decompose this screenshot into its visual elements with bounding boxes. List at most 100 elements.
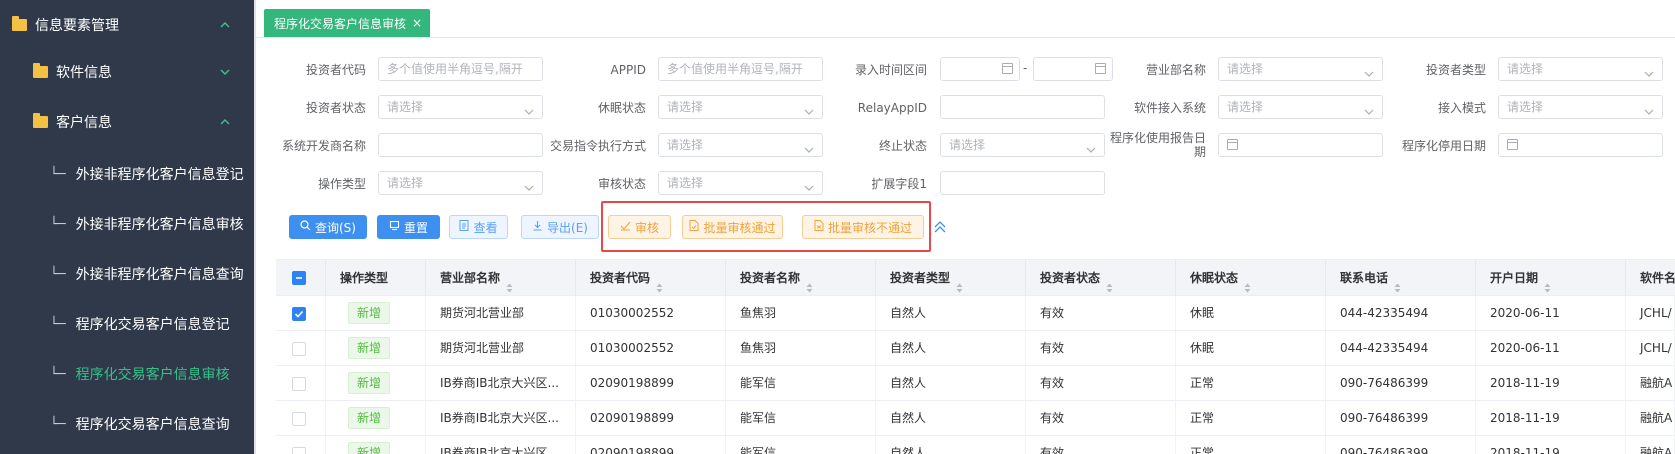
select-placeholder: 请选择 [667, 176, 704, 190]
chevron-up-icon [218, 18, 232, 32]
row-select-cell [276, 331, 326, 366]
select-all-checkbox[interactable] [292, 271, 306, 285]
sort-icon[interactable] [506, 272, 513, 292]
investor-type-label: 投资者类型 [1425, 63, 1486, 77]
branch-cell: 期货河北营业部 [426, 296, 576, 331]
open-date-cell: 2018-11-19 [1476, 366, 1626, 401]
investor-status-select[interactable]: 请选择 [378, 95, 543, 119]
close-icon[interactable]: × [412, 16, 422, 30]
relay-appid-input[interactable] [940, 95, 1105, 119]
sidebar-item-program-audit[interactable]: └─ 程序化交易客户信息审核 [0, 349, 254, 399]
sidebar-item-external-query[interactable]: └─ 外接非程序化客户信息查询 [0, 249, 254, 299]
phone-cell: 090-76486399 [1326, 436, 1476, 454]
branch-name-select[interactable]: 请选择 [1218, 57, 1383, 81]
phone-cell: 044-42335494 [1326, 296, 1476, 331]
investor-code-input[interactable]: 多个值使用半角逗号,隔开 [378, 57, 543, 81]
terminate-status-select[interactable]: 请选择 [940, 133, 1105, 157]
investor-status-cell: 有效 [1026, 296, 1176, 331]
tree-branch: └─ [50, 416, 66, 432]
appid-input[interactable]: 多个值使用半角逗号,隔开 [658, 57, 823, 81]
entry-time-start-input[interactable] [940, 57, 1020, 81]
select-placeholder: 请选择 [1507, 62, 1544, 76]
select-placeholder: 请选择 [667, 138, 704, 152]
sort-icon[interactable] [656, 272, 663, 292]
sidebar-item-program-register[interactable]: └─ 程序化交易客户信息登记 [0, 299, 254, 349]
reset-button-label: 重置 [403, 220, 428, 235]
sort-icon[interactable] [956, 272, 963, 292]
investor-status-cell: 有效 [1026, 331, 1176, 366]
software-cell: JCHL/ [1626, 296, 1675, 331]
audit-status-select[interactable]: 请选择 [658, 171, 823, 195]
investor-status-cell: 有效 [1026, 366, 1176, 401]
column-header-investor-type[interactable]: 投资者类型 [876, 260, 1026, 296]
sidebar-group-customer-info[interactable]: 客户信息 [0, 97, 254, 147]
sidebar-item-external-register[interactable]: └─ 外接非程序化客户信息登记 [0, 149, 254, 199]
sidebar-item-program-query[interactable]: └─ 程序化交易客户信息查询 [0, 399, 254, 449]
sort-icon[interactable] [1106, 272, 1113, 292]
table-row[interactable]: 新增 期货河北营业部 01030002552 鱼焦羽 自然人 有效 休眠 044… [276, 296, 1675, 331]
branch-name-label: 营业部名称 [1145, 63, 1206, 77]
table-row[interactable]: 新增 IB券商IB北京大兴区... 02090198899 能军信 自然人 有效… [276, 436, 1675, 454]
investor-code-cell: 02090198899 [576, 366, 726, 401]
view-button[interactable]: 查看 [449, 215, 508, 239]
sort-icon[interactable] [806, 272, 813, 292]
row-select-cell [276, 401, 326, 436]
column-header-investor-code[interactable]: 投资者代码 [576, 260, 726, 296]
dormant-status-cell: 正常 [1176, 436, 1326, 454]
ext-field-input[interactable] [940, 171, 1105, 195]
row-checkbox[interactable] [292, 377, 306, 391]
view-button-label: 查看 [473, 220, 498, 235]
column-header-branch[interactable]: 营业部名称 [426, 260, 576, 296]
developer-name-input[interactable] [378, 133, 543, 157]
tree-branch: └─ [50, 216, 66, 232]
row-checkbox[interactable] [292, 447, 306, 454]
entry-time-end-input[interactable] [1033, 57, 1113, 81]
reset-button[interactable]: 重置 [377, 215, 440, 239]
export-button[interactable]: 导出(E) [521, 215, 599, 239]
calendar-icon [1002, 63, 1013, 74]
table-row[interactable]: 新增 IB券商IB北京大兴区... 02090198899 能军信 自然人 有效… [276, 401, 1675, 436]
calendar-icon [1095, 63, 1106, 74]
table-row[interactable]: 新增 期货河北营业部 01030002552 鱼焦羽 自然人 有效 休眠 044… [276, 331, 1675, 366]
column-header-open-date[interactable]: 开户日期 [1476, 260, 1626, 296]
investor-type-select[interactable]: 请选择 [1498, 57, 1663, 81]
order-method-select[interactable]: 请选择 [658, 133, 823, 157]
column-header-label: 投资者代码 [590, 271, 651, 285]
export-button-label: 导出(E) [547, 220, 588, 235]
query-button-label: 查询(S) [315, 220, 356, 235]
sidebar-group-info-elements[interactable]: 信息要素管理 [0, 0, 254, 50]
stop-date-input[interactable] [1498, 133, 1663, 157]
collapse-up-icon[interactable] [933, 219, 947, 235]
folder-icon [33, 63, 48, 78]
sidebar-item-external-audit[interactable]: └─ 外接非程序化客户信息审核 [0, 199, 254, 249]
tree-branch: └─ [50, 166, 66, 182]
tab-program-audit[interactable]: 程序化交易客户信息审核 × [264, 9, 431, 37]
query-button[interactable]: 查询(S) [289, 215, 367, 239]
dormant-status-select[interactable]: 请选择 [658, 95, 823, 119]
document-icon [459, 220, 469, 234]
row-checkbox[interactable] [292, 307, 306, 321]
sort-icon[interactable] [1394, 272, 1401, 292]
filter-form: 投资者代码 多个值使用半角逗号,隔开 APPID 多个值使用半角逗号,隔开 录入… [256, 38, 1675, 198]
op-type-cell: 新增 [326, 331, 426, 366]
column-header-dormant-status[interactable]: 休眠状态 [1176, 260, 1326, 296]
row-checkbox[interactable] [292, 342, 306, 356]
sort-icon[interactable] [1244, 272, 1251, 292]
chevron-down-icon [1364, 64, 1374, 77]
op-type-select[interactable]: 请选择 [378, 171, 543, 195]
op-type-label: 操作类型 [317, 177, 366, 191]
access-mode-select[interactable]: 请选择 [1498, 95, 1663, 119]
sort-icon[interactable] [1544, 272, 1551, 292]
annotation-highlight-box [601, 201, 931, 252]
column-header-phone[interactable]: 联系电话 [1326, 260, 1476, 296]
sidebar: 信息要素管理 软件信息 客户信息 └─ 外接非程序化客户信息登记 └─ 外接非程… [0, 0, 254, 454]
column-header-investor-status[interactable]: 投资者状态 [1026, 260, 1176, 296]
sidebar-group-software-info[interactable]: 软件信息 [0, 47, 254, 97]
table-row[interactable]: 新增 IB券商IB北京大兴区... 02090198899 能军信 自然人 有效… [276, 366, 1675, 401]
data-table: 操作类型 营业部名称 投资者代码 投资者名称 投资者类型 投资者状态 休眠状态 … [276, 259, 1675, 454]
branch-cell: 期货河北营业部 [426, 331, 576, 366]
row-checkbox[interactable] [292, 412, 306, 426]
report-date-input[interactable] [1218, 133, 1383, 157]
column-header-investor-name[interactable]: 投资者名称 [726, 260, 876, 296]
software-system-select[interactable]: 请选择 [1218, 95, 1383, 119]
